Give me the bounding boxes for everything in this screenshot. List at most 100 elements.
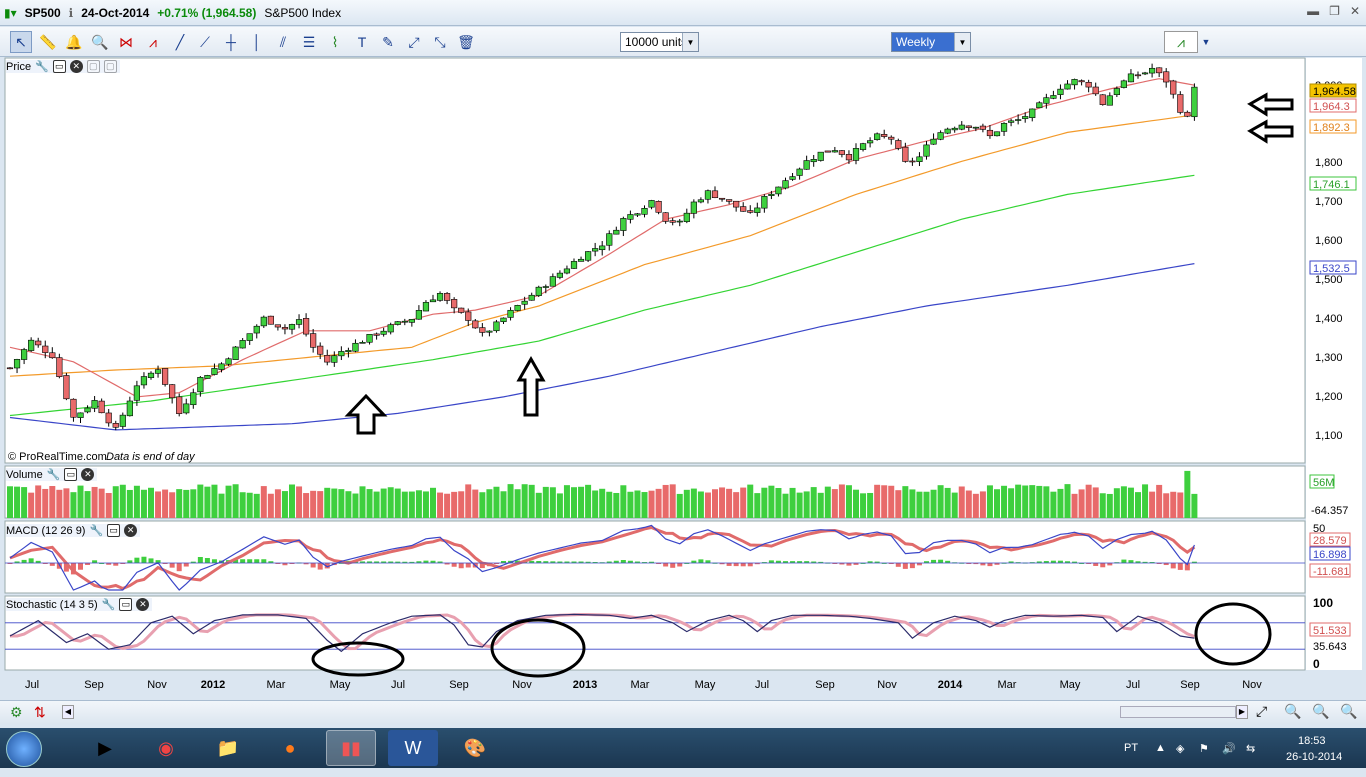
clock-date[interactable]: 26-10-2014 (1286, 737, 1342, 777)
volume-bar (620, 485, 627, 518)
x-axis-label: Sep (1180, 679, 1200, 691)
price-tick: 1,400 (1315, 313, 1343, 325)
volume-bar (394, 488, 401, 518)
macd-histogram-bar (247, 559, 253, 563)
close-icon[interactable]: ✕ (69, 60, 83, 73)
stoch-tag1: 51.533 (1313, 625, 1347, 637)
start-button[interactable] (6, 731, 42, 767)
tray-app-icon[interactable]: ◈ (1176, 728, 1184, 768)
macd-histogram-bar (747, 563, 753, 567)
candle-body (733, 200, 740, 208)
wrench-icon[interactable]: 🔧 (102, 598, 116, 611)
maximize-icon[interactable]: ▭ (107, 524, 121, 537)
candle-body (415, 310, 423, 320)
tray-lang[interactable]: PT (1124, 728, 1138, 768)
volume-bar (190, 489, 197, 518)
word-icon[interactable]: W (388, 730, 438, 766)
panel-option-icon[interactable]: ▢ (86, 60, 100, 73)
volume-bar (972, 493, 979, 518)
wrench-icon[interactable]: 🔧 (47, 468, 61, 481)
volume-bar (246, 492, 253, 518)
wrench-icon[interactable]: 🔧 (35, 60, 49, 73)
prorealtime-icon[interactable]: ▮▮ (326, 730, 376, 766)
volume-bar (909, 489, 916, 518)
volume-bar (472, 489, 479, 518)
firefox-icon[interactable]: ● (265, 730, 315, 766)
info-icon[interactable]: ℹ (69, 6, 74, 20)
file-explorer-icon[interactable]: 📁 (203, 730, 253, 766)
x-axis-label: May (1060, 679, 1081, 691)
volume-bar (1120, 486, 1127, 518)
action-center-icon[interactable]: ⚑ (1199, 728, 1209, 768)
candle-body (648, 200, 655, 208)
chart-type-icon[interactable]: ▮▾ (4, 6, 17, 20)
volume-bar (422, 491, 429, 518)
x-axis-label: Nov (1242, 679, 1262, 691)
zoom-fit-icon[interactable]: ⤢ (1256, 703, 1267, 720)
x-axis-label: Jul (755, 679, 769, 691)
volume-bar (21, 487, 28, 518)
close-icon[interactable]: ✕ (136, 598, 150, 611)
volume-bar (1106, 493, 1113, 518)
macd-histogram-bar (78, 563, 83, 570)
chrome-icon[interactable]: ◉ (141, 730, 191, 766)
candle-body (380, 330, 387, 335)
candle-body (183, 403, 190, 414)
media-player-icon[interactable]: ▶ (80, 730, 130, 766)
volume-bar (571, 487, 577, 518)
last-price-tag: 1,964.58 (1313, 86, 1356, 98)
price-tick: 1,500 (1315, 274, 1343, 286)
panel-option-icon[interactable]: ▢ (103, 60, 117, 73)
minimize-icon[interactable]: ▬ (1307, 4, 1319, 18)
macd-histogram-bar (113, 563, 119, 566)
candle-body (1092, 86, 1099, 95)
chart-settings-icon[interactable]: ⚙ (10, 704, 23, 721)
volume-bar (733, 492, 740, 518)
volume-icon[interactable]: 🔊 (1222, 728, 1236, 768)
symbol-label[interactable]: SP500 (25, 6, 61, 20)
scroll-thumb[interactable] (1120, 706, 1236, 718)
zoom-out-icon[interactable]: 🔍 (1312, 703, 1329, 720)
volume-bar (768, 485, 775, 518)
maximize-icon[interactable]: ▭ (64, 468, 78, 481)
sync-icon[interactable]: ⇅ (34, 704, 46, 721)
volume-bar (641, 492, 648, 518)
candle-body (747, 210, 754, 213)
wrench-icon[interactable]: 🔧 (89, 524, 103, 537)
zoom-select-icon[interactable]: 🔍 (1284, 703, 1301, 720)
window-controls: ▬ ❐ ✕ (1307, 4, 1360, 18)
volume-bar (655, 488, 662, 518)
close-icon[interactable]: ✕ (81, 468, 95, 481)
candle-body (951, 127, 958, 131)
show-hidden-icon[interactable]: ▲ (1155, 728, 1166, 768)
close-icon[interactable]: ✕ (124, 524, 138, 537)
candle-body (13, 359, 21, 369)
candle-body (909, 160, 916, 163)
scroll-right-icon[interactable]: ▶ (1236, 705, 1248, 719)
macd-histogram-bar (183, 563, 189, 567)
volume-panel-label: Volume 🔧 ▭ ✕ (6, 468, 98, 481)
candle-body (133, 385, 141, 401)
candle-body (704, 190, 712, 200)
volume-bar (98, 488, 105, 518)
candle-body (493, 321, 500, 332)
candle-body (436, 293, 444, 301)
candle-body (838, 150, 845, 155)
close-icon[interactable]: ✕ (1350, 4, 1360, 18)
maximize-icon[interactable]: ▭ (52, 60, 66, 73)
volume-bar (289, 484, 295, 518)
maximize-icon[interactable]: ▭ (119, 598, 133, 611)
zoom-in-icon[interactable]: 🔍 (1340, 703, 1357, 720)
macd-histogram-bar (726, 563, 732, 566)
network-icon[interactable]: ⇆ (1246, 728, 1255, 768)
candle-body (302, 318, 310, 335)
scroll-left-icon[interactable]: ◀ (62, 705, 74, 719)
candle-body (641, 208, 648, 215)
volume-bar (881, 485, 888, 518)
volume-bar (42, 488, 49, 518)
candle-body (1149, 67, 1156, 74)
paint-icon[interactable]: 🎨 (450, 730, 500, 766)
restore-icon[interactable]: ❐ (1329, 4, 1340, 18)
volume-bar (1177, 492, 1184, 518)
volume-bar (84, 491, 91, 518)
